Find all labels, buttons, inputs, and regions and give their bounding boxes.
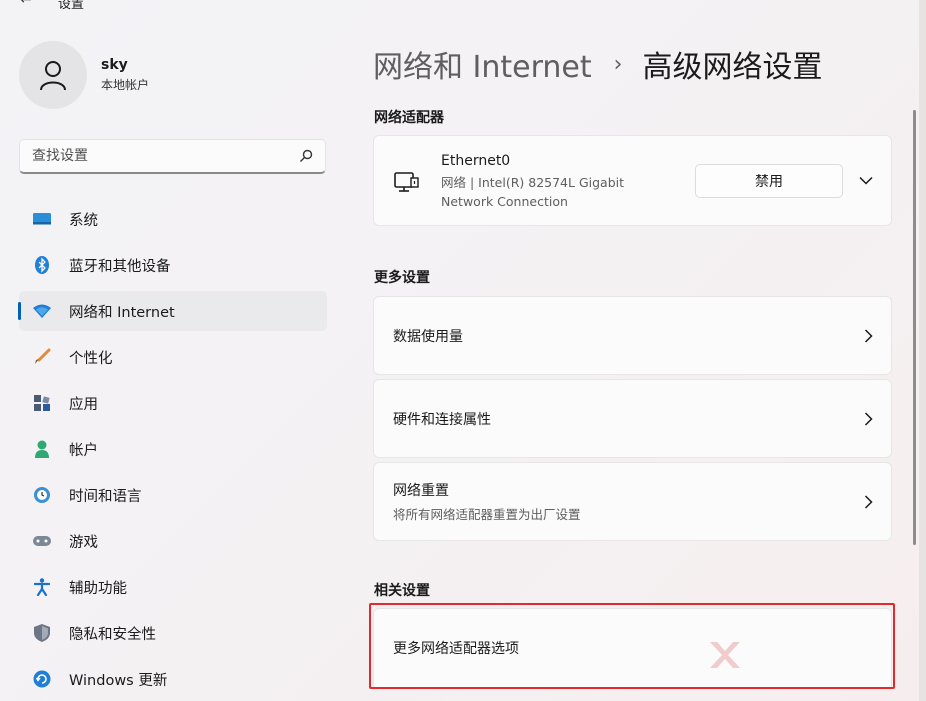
chevron-right-icon xyxy=(864,328,873,343)
sidebar-item-label: 时间和语言 xyxy=(69,488,142,505)
sidebar-item-label: 隐私和安全性 xyxy=(69,626,156,643)
gamepad-icon xyxy=(33,532,51,550)
person-icon xyxy=(40,61,66,91)
brush-icon xyxy=(33,348,51,366)
sidebar-item-system[interactable]: 系统 xyxy=(19,199,327,239)
arrow-left-icon: ← xyxy=(20,0,32,8)
sidebar-item-label: 网络和 Internet xyxy=(69,304,175,321)
chevron-down-icon[interactable] xyxy=(859,176,873,185)
section-label-more-settings: 更多设置 xyxy=(374,270,430,286)
chevron-right-icon xyxy=(864,411,873,426)
account-type: 本地帐户 xyxy=(101,78,150,92)
hardware-properties-item[interactable]: 硬件和连接属性 xyxy=(373,379,892,458)
clock-globe-icon xyxy=(33,486,51,504)
watermark-x-icon xyxy=(710,642,740,668)
user-name: sky xyxy=(101,57,128,73)
sidebar-item-gaming[interactable]: 游戏 xyxy=(19,521,327,561)
section-label-adapters: 网络适配器 xyxy=(374,110,444,126)
sidebar-item-label: 游戏 xyxy=(69,534,98,551)
wifi-icon xyxy=(33,302,51,320)
bluetooth-icon xyxy=(33,256,51,274)
back-button[interactable]: ← xyxy=(20,0,32,8)
data-usage-title: 数据使用量 xyxy=(393,328,463,345)
search-input[interactable] xyxy=(32,148,299,164)
avatar xyxy=(19,41,87,109)
network-reset-description: 将所有网络适配器重置为出厂设置 xyxy=(393,507,581,522)
sidebar-item-label: 蓝牙和其他设备 xyxy=(69,258,171,275)
sidebar-nav: 系统 蓝牙和其他设备 网络和 Internet 个性化 应用 帐户 时间和语言 … xyxy=(18,199,327,701)
search-box[interactable] xyxy=(19,139,326,174)
sidebar-item-label: Windows 更新 xyxy=(69,672,168,689)
sidebar-item-personalization[interactable]: 个性化 xyxy=(19,337,327,377)
sidebar-item-label: 系统 xyxy=(69,212,98,229)
network-reset-item[interactable]: 网络重置 将所有网络适配器重置为出厂设置 xyxy=(373,462,892,541)
adapter-description-line2: Network Connection xyxy=(441,193,568,209)
shield-icon xyxy=(33,624,51,642)
sidebar-item-accessibility[interactable]: 辅助功能 xyxy=(19,567,327,607)
breadcrumb-separator: › xyxy=(613,51,623,77)
apps-icon xyxy=(33,394,51,412)
sidebar-item-network[interactable]: 网络和 Internet xyxy=(18,291,327,331)
sidebar-item-label: 帐户 xyxy=(69,442,98,459)
app-title: 设置 xyxy=(58,0,85,12)
section-label-related-settings: 相关设置 xyxy=(374,583,430,599)
watermark-logo xyxy=(708,640,742,670)
breadcrumb: 网络和 Internet › 高级网络设置 xyxy=(373,42,822,86)
adapter-name: Ethernet0 xyxy=(441,152,511,169)
search-icon[interactable] xyxy=(299,149,313,163)
accessibility-icon xyxy=(33,578,51,596)
sidebar-item-apps[interactable]: 应用 xyxy=(19,383,327,423)
sidebar-item-time-language[interactable]: 时间和语言 xyxy=(19,475,327,515)
sidebar-item-privacy-security[interactable]: 隐私和安全性 xyxy=(19,613,327,653)
sidebar-item-label: 应用 xyxy=(69,396,98,413)
chevron-right-icon xyxy=(864,494,873,509)
sidebar-item-label: 辅助功能 xyxy=(69,580,127,597)
sidebar-item-label: 个性化 xyxy=(69,350,113,367)
highlight-annotation-box xyxy=(369,603,895,689)
data-usage-item[interactable]: 数据使用量 xyxy=(373,296,892,375)
title-bar: ← 设置 xyxy=(0,0,926,14)
update-icon xyxy=(33,670,51,688)
adapter-card[interactable]: Ethernet0 网络 | Intel(R) 82574L Gigabit N… xyxy=(373,135,892,226)
ethernet-adapter-icon xyxy=(394,171,419,192)
hardware-properties-title: 硬件和连接属性 xyxy=(393,411,491,428)
person-icon xyxy=(33,440,51,458)
user-profile[interactable]: sky 本地帐户 xyxy=(19,41,149,109)
disable-button[interactable]: 禁用 xyxy=(695,163,843,198)
monitor-icon xyxy=(33,210,51,228)
sidebar-item-windows-update[interactable]: Windows 更新 xyxy=(19,659,327,699)
scrollbar[interactable] xyxy=(913,110,916,545)
sidebar-item-accounts[interactable]: 帐户 xyxy=(19,429,327,469)
page-title: 高级网络设置 xyxy=(642,50,823,85)
window-edge xyxy=(919,0,926,701)
sidebar-item-bluetooth[interactable]: 蓝牙和其他设备 xyxy=(19,245,327,285)
breadcrumb-parent[interactable]: 网络和 Internet xyxy=(373,42,592,86)
network-reset-title: 网络重置 xyxy=(393,483,449,499)
adapter-description-line1: 网络 | Intel(R) 82574L Gigabit xyxy=(441,174,625,190)
